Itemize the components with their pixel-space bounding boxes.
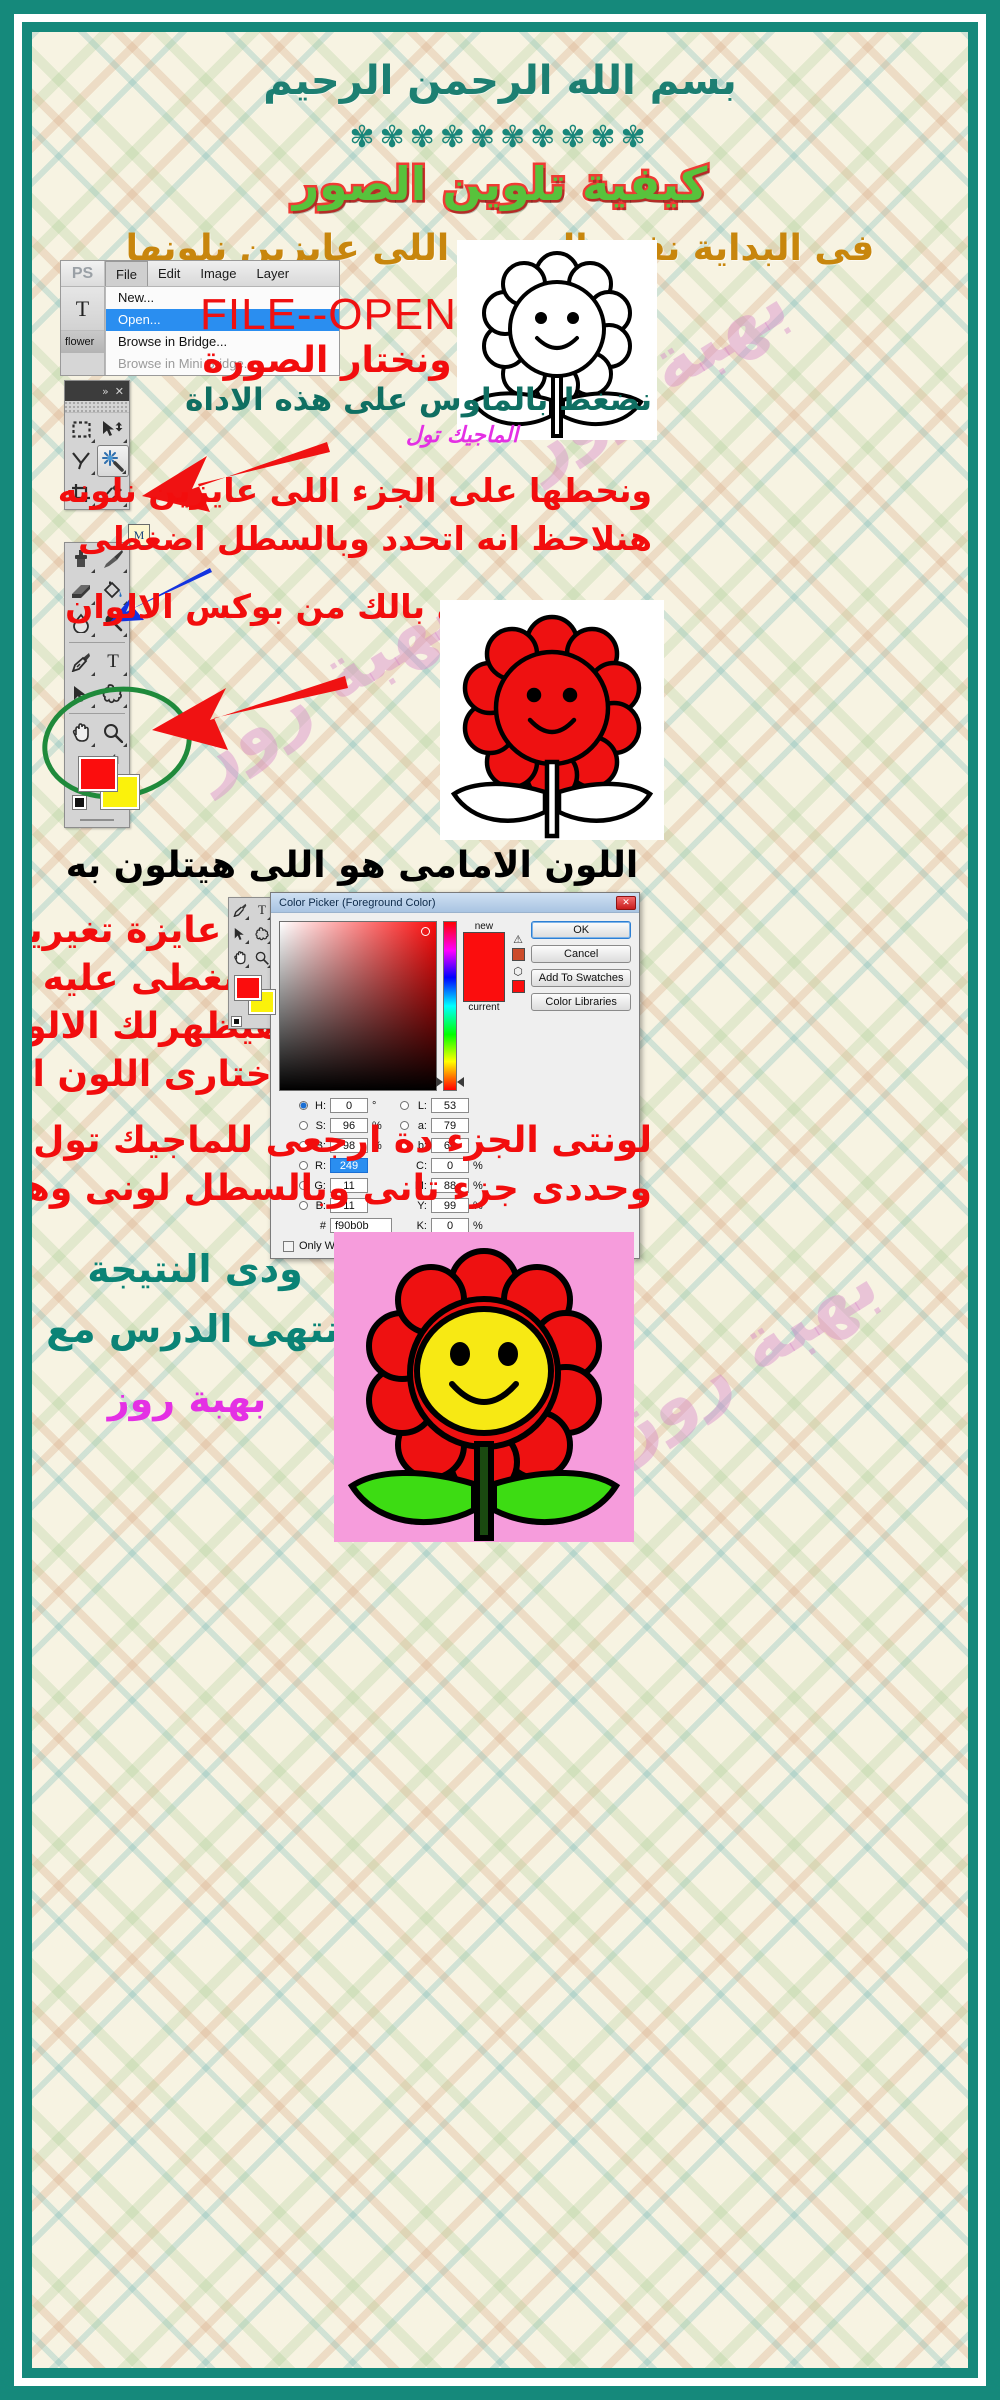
unit-k: % bbox=[473, 1219, 483, 1232]
radio-l[interactable] bbox=[400, 1101, 409, 1110]
choose-image-label: ونختار الصورة bbox=[202, 340, 452, 381]
web-warning-icon[interactable]: ⬡ bbox=[511, 967, 525, 978]
input-k[interactable]: 0 bbox=[431, 1218, 469, 1233]
close-icon[interactable]: ✕ bbox=[616, 895, 636, 910]
new-color-swatch bbox=[463, 932, 505, 1002]
decorative-stars: ✾✾✾✾✾✾✾✾✾✾ bbox=[349, 120, 651, 155]
back-to-magic-tool-instruction: لونتى الجزء دة ارجعى للماجيك تول bbox=[33, 1120, 652, 1161]
gamut-warning-icon[interactable]: ⚠ bbox=[511, 935, 525, 946]
pen-tool-icon[interactable] bbox=[65, 646, 97, 678]
photoshop-left-strip: T flower bbox=[61, 287, 105, 375]
poster-title: كيفية تلوين الصور bbox=[290, 157, 710, 211]
tutorial-poster: بسم الله الرحمن الرحيم ✾✾✾✾✾✾✾✾✾✾ كيفية … bbox=[0, 0, 1000, 2400]
flower-colored-card bbox=[334, 1232, 634, 1542]
mini-tool-strip[interactable]: T bbox=[228, 897, 276, 1029]
mini-pen-tool-icon[interactable] bbox=[229, 898, 251, 922]
color-field-cursor[interactable] bbox=[420, 927, 430, 936]
flower-red-petals-card bbox=[440, 600, 664, 840]
mini-path-selection-icon[interactable] bbox=[229, 922, 251, 946]
foreground-color-swatch[interactable] bbox=[78, 756, 118, 792]
add-to-swatches-button[interactable]: Add To Swatches bbox=[531, 969, 631, 987]
input-h[interactable]: 0 bbox=[330, 1098, 368, 1113]
tool-panel-grip bbox=[65, 401, 129, 413]
foreground-color-note: اللون الامامى هو اللى هيتلون به bbox=[65, 845, 639, 886]
cancel-button[interactable]: Cancel bbox=[531, 945, 631, 963]
color-preview-column: new current bbox=[463, 921, 505, 1091]
radio-h[interactable] bbox=[299, 1101, 308, 1110]
lesson-end-label: انتهى الدرس مع تحياتى bbox=[32, 1307, 352, 1351]
choose-color-instruction: اختارى اللون اللى عيزاه bbox=[32, 1054, 284, 1095]
photoshop-logo: PS bbox=[61, 261, 105, 286]
move-tool-icon[interactable] bbox=[97, 413, 129, 445]
color-picker-buttons[interactable]: OK Cancel Add To Swatches Color Librarie… bbox=[531, 921, 631, 1091]
color-picker-title: Color Picker (Foreground Color) bbox=[279, 896, 436, 909]
label-current: current bbox=[468, 1002, 500, 1013]
click-tool-instruction: نضغط بالماوس على هذه الاداة bbox=[185, 382, 652, 418]
label-k: K: bbox=[416, 1219, 427, 1232]
label-hex: # bbox=[319, 1219, 326, 1232]
gamut-warning-swatch[interactable] bbox=[511, 948, 525, 961]
mini-tool-grid[interactable]: T bbox=[229, 898, 273, 970]
menu-item-image[interactable]: Image bbox=[190, 261, 246, 286]
collapse-icon[interactable]: » bbox=[102, 385, 109, 398]
tool-panel-header[interactable]: » ✕ bbox=[65, 381, 129, 401]
unit-h: ° bbox=[372, 1099, 377, 1112]
label-new: new bbox=[474, 921, 494, 932]
label-l: L: bbox=[417, 1099, 427, 1112]
field-row-l[interactable]: L: 53 bbox=[400, 1097, 485, 1114]
type-tool-button[interactable]: T bbox=[61, 287, 104, 331]
mini-color-swatches[interactable] bbox=[229, 970, 276, 1028]
close-icon[interactable]: ✕ bbox=[115, 385, 124, 398]
color-picker-titlebar[interactable]: Color Picker (Foreground Color) ✕ bbox=[271, 893, 639, 913]
hue-slider[interactable] bbox=[435, 921, 465, 1091]
tool-divider-1 bbox=[69, 642, 125, 643]
menu-item-edit[interactable]: Edit bbox=[148, 261, 190, 286]
tool-panel-footer bbox=[65, 813, 129, 827]
basmala-text: بسم الله الرحمن الرحيم bbox=[263, 58, 737, 104]
rectangular-marquee-tool-icon[interactable] bbox=[65, 413, 97, 445]
mini-default-colors-icon[interactable] bbox=[231, 1016, 242, 1027]
label-h: H: bbox=[315, 1099, 326, 1112]
default-colors-icon[interactable] bbox=[72, 795, 87, 810]
input-hex[interactable]: f90b0b bbox=[330, 1218, 392, 1233]
magic-tool-label: الماجيك تول bbox=[405, 423, 519, 448]
apply-to-part-instruction: ونحطها على الجزء اللى عايزين نلونه bbox=[57, 471, 652, 510]
mini-hand-tool-icon[interactable] bbox=[229, 946, 251, 970]
poster-plaid-background: بسم الله الرحمن الرحيم ✾✾✾✾✾✾✾✾✾✾ كيفية … bbox=[32, 32, 968, 2368]
hue-marker-left[interactable] bbox=[435, 1077, 443, 1087]
color-picker-body: new current ⚠ ⬡ OK Cancel Add To Swatche… bbox=[271, 913, 639, 1097]
color-libraries-button[interactable]: Color Libraries bbox=[531, 993, 631, 1011]
horizontal-type-tool-icon[interactable]: T bbox=[97, 646, 129, 678]
ok-button[interactable]: OK bbox=[531, 921, 631, 939]
document-tab-flower[interactable]: flower bbox=[61, 331, 104, 353]
web-warning-swatch[interactable] bbox=[511, 980, 525, 993]
file-open-label: FILE--OPEN bbox=[200, 290, 457, 339]
flower-red-petals-icon bbox=[450, 614, 654, 839]
lab-cmyk-column[interactable]: L: 53 a: 79 b: 66 C: 0 % M: 88 % Y: 99 %… bbox=[400, 1097, 485, 1234]
gamut-alerts-column: ⚠ ⬡ bbox=[511, 921, 525, 1091]
photoshop-menubar[interactable]: PS File Edit Image Layer bbox=[61, 261, 339, 287]
menu-item-layer[interactable]: Layer bbox=[247, 261, 300, 286]
hsb-rgb-column[interactable]: H: 0 ° S: 96 % B: 98 % R: 249 G: 11 B: 1… bbox=[299, 1097, 392, 1234]
signature-label: بهبة روز bbox=[107, 1377, 267, 1421]
select-next-part-instruction: وحددى جزء تانى وبالسطل لونى وهكذا bbox=[32, 1168, 652, 1209]
bucket-note: هنلاحظ انه اتحدد وبالسطل اضغطى bbox=[78, 519, 652, 558]
input-l[interactable]: 53 bbox=[431, 1098, 469, 1113]
result-label: ودى النتيجة bbox=[87, 1247, 303, 1291]
watermark-lower: بهبة روز bbox=[592, 1238, 892, 1470]
mini-foreground-swatch[interactable] bbox=[234, 975, 262, 1001]
hue-marker-right[interactable] bbox=[457, 1077, 465, 1087]
flower-colored-icon bbox=[347, 1248, 621, 1541]
field-row-h[interactable]: H: 0 ° bbox=[299, 1097, 392, 1114]
saturation-brightness-field[interactable] bbox=[279, 921, 437, 1091]
menu-item-file[interactable]: File bbox=[105, 261, 148, 286]
